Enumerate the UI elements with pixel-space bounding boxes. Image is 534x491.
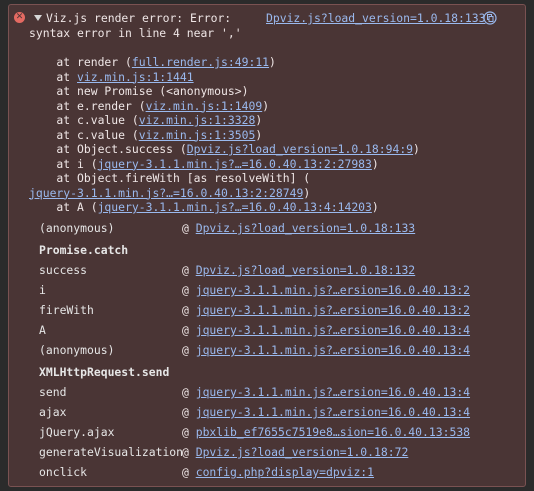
async-frame-link[interactable]: jquery-3.1.1.min.js?…ersion=16.0.40.13:2	[196, 303, 470, 317]
stack-frame-link[interactable]: jquery-3.1.1.min.js?…=16.0.40.13:4:14203	[98, 200, 372, 214]
stack-frame-line: at Object.success (Dpviz.js?load_version…	[29, 142, 420, 157]
stack-frame-text: at Object.fireWith [as resolveWith] (	[29, 171, 311, 185]
async-frame-location: @ Dpviz.js?load_version=1.0.18:133	[182, 221, 415, 235]
stack-frame-suffix: )	[371, 200, 379, 214]
error-source-link[interactable]: Dpviz.js?load_version=1.0.18:133	[266, 11, 485, 25]
async-frame-location: @ jquery-3.1.1.min.js?…ersion=16.0.40.13…	[182, 283, 470, 297]
stack-frame-link[interactable]: viz.min.js:1:1409	[146, 99, 263, 113]
async-frame-link[interactable]: jquery-3.1.1.min.js?…ersion=16.0.40.13:2	[196, 283, 470, 297]
stack-frame-suffix: )	[255, 113, 263, 127]
stack-frame-text: at new Promise (<anonymous>)	[29, 84, 249, 98]
async-frame-location: @ jquery-3.1.1.min.js?…ersion=16.0.40.13…	[182, 303, 470, 317]
async-frame-function: success	[39, 263, 88, 277]
async-frame-function: (anonymous)	[39, 343, 115, 357]
stack-frame-link[interactable]: jquery-3.1.1.min.js?…=16.0.40.13:2:27983	[98, 157, 372, 171]
stack-frame-suffix: )	[269, 55, 276, 69]
stack-frame-suffix: )	[255, 127, 263, 142]
at-symbol: @	[182, 405, 189, 419]
stack-frame-line: at i (jquery-3.1.1.min.js?…=16.0.40.13:2…	[29, 156, 379, 172]
stack-frame-line: at render (full.render.js:49:11)	[29, 55, 276, 70]
async-frame-function: jQuery.ajax	[39, 425, 115, 439]
at-symbol: @	[182, 323, 189, 337]
stack-frame-link[interactable]: viz.min.js:1:3328	[139, 113, 256, 127]
async-frame-link[interactable]: Dpviz.js?load_version=1.0.18:72	[196, 445, 409, 459]
async-frame-link[interactable]: Dpviz.js?load_version=1.0.18:133	[196, 221, 415, 235]
stack-frame-line: at viz.min.js:1:1441	[29, 69, 194, 85]
stack-frame-line: at c.value (viz.min.js:1:3505)	[29, 128, 262, 143]
stack-frame-line: at e.render (viz.min.js:1:1409)	[29, 99, 269, 114]
stack-frame-text: at e.render (	[29, 98, 146, 113]
async-frame-link[interactable]: jquery-3.1.1.min.js?…ersion=16.0.40.13:4	[196, 343, 470, 357]
console-error-message: ✕ Viz.js render error: Error: syntax err…	[8, 4, 526, 487]
stack-frame-text: at i (	[29, 156, 98, 171]
async-frame-link[interactable]: config.php?display=dpviz:1	[196, 465, 374, 479]
async-frame-location: @ jquery-3.1.1.min.js?…ersion=16.0.40.13…	[182, 405, 470, 419]
copy-icon[interactable]	[483, 11, 497, 25]
async-frame-location: @ jquery-3.1.1.min.js?…ersion=16.0.40.13…	[182, 323, 470, 337]
stack-frame-link[interactable]: Dpviz.js?load_version=1.0.18:94:9	[187, 142, 413, 156]
at-symbol: @	[182, 425, 189, 439]
stack-frame-text: at render (	[29, 55, 132, 69]
at-symbol: @	[182, 445, 189, 459]
stack-frame-link[interactable]: jquery-3.1.1.min.js?…=16.0.40.13:2:28749	[29, 186, 303, 200]
at-symbol: @	[182, 385, 189, 399]
stack-frame-text: at	[29, 69, 78, 84]
async-frame-location: @ Dpviz.js?load_version=1.0.18:72	[182, 445, 408, 459]
async-frame-link[interactable]: pbxlib_ef7655c7519e8…sion=16.0.40.13:538	[196, 425, 470, 439]
async-frame-link[interactable]: jquery-3.1.1.min.js?…ersion=16.0.40.13:4	[196, 405, 470, 419]
stack-frame-suffix: )	[371, 156, 379, 171]
stack-frame-line: at new Promise (<anonymous>)	[29, 84, 248, 99]
error-title-line1: Viz.js render error: Error:	[46, 11, 232, 25]
at-symbol: @	[182, 343, 189, 357]
at-symbol: @	[182, 283, 189, 297]
stack-frame-text: at c.value (	[29, 113, 139, 127]
async-boundary-label: Promise.catch	[39, 243, 129, 257]
stack-frame-text: at A (	[29, 200, 98, 214]
at-symbol: @	[182, 221, 189, 235]
error-circle-icon: ✕	[14, 12, 25, 23]
stack-frame-suffix: )	[413, 142, 420, 156]
error-title-line2: syntax error in line 4 near ','	[29, 26, 242, 40]
async-frame-function: fireWith	[39, 303, 94, 317]
async-frame-function: generateVisualization	[39, 445, 184, 459]
async-frame-function: onclick	[39, 465, 88, 479]
async-frame-function: i	[39, 283, 46, 297]
async-frame-function: send	[39, 385, 67, 399]
expand-triangle-icon[interactable]	[34, 15, 42, 21]
async-boundary-label: XMLHttpRequest.send	[39, 365, 170, 379]
async-frame-link[interactable]: Dpviz.js?load_version=1.0.18:132	[196, 263, 415, 277]
at-symbol: @	[182, 465, 189, 479]
at-symbol: @	[182, 263, 189, 277]
stack-frame-line: jquery-3.1.1.min.js?…=16.0.40.13:2:28749…	[29, 186, 310, 201]
async-frame-link[interactable]: jquery-3.1.1.min.js?…ersion=16.0.40.13:4	[196, 385, 470, 399]
stack-frame-link[interactable]: viz.min.js:1:1441	[77, 70, 194, 84]
async-frame-location: @ jquery-3.1.1.min.js?…ersion=16.0.40.13…	[182, 385, 470, 399]
async-frame-function: (anonymous)	[39, 221, 115, 235]
async-frame-function: ajax	[39, 405, 67, 419]
async-frame-link[interactable]: jquery-3.1.1.min.js?…ersion=16.0.40.13:4	[196, 323, 470, 337]
stack-frame-line: at A (jquery-3.1.1.min.js?…=16.0.40.13:4…	[29, 200, 379, 215]
async-frame-location: @ Dpviz.js?load_version=1.0.18:132	[182, 263, 415, 277]
stack-frame-link[interactable]: full.render.js:49:11	[132, 55, 269, 69]
stack-frame-suffix: )	[303, 185, 311, 200]
stack-frame-line: at Object.fireWith [as resolveWith] (	[29, 171, 310, 186]
async-frame-function: A	[39, 323, 46, 337]
stack-frame-suffix: )	[262, 98, 270, 113]
async-frame-location: @ config.php?display=dpviz:1	[182, 465, 374, 479]
at-symbol: @	[182, 303, 189, 317]
stack-frame-link[interactable]: viz.min.js:1:3505	[139, 128, 256, 142]
stack-frame-text: at Object.success (	[29, 142, 187, 156]
async-frame-location: @ jquery-3.1.1.min.js?…ersion=16.0.40.13…	[182, 343, 470, 357]
async-frame-location: @ pbxlib_ef7655c7519e8…sion=16.0.40.13:5…	[182, 425, 470, 439]
stack-frame-text: at c.value (	[29, 127, 139, 142]
stack-frame-line: at c.value (viz.min.js:1:3328)	[29, 113, 262, 128]
